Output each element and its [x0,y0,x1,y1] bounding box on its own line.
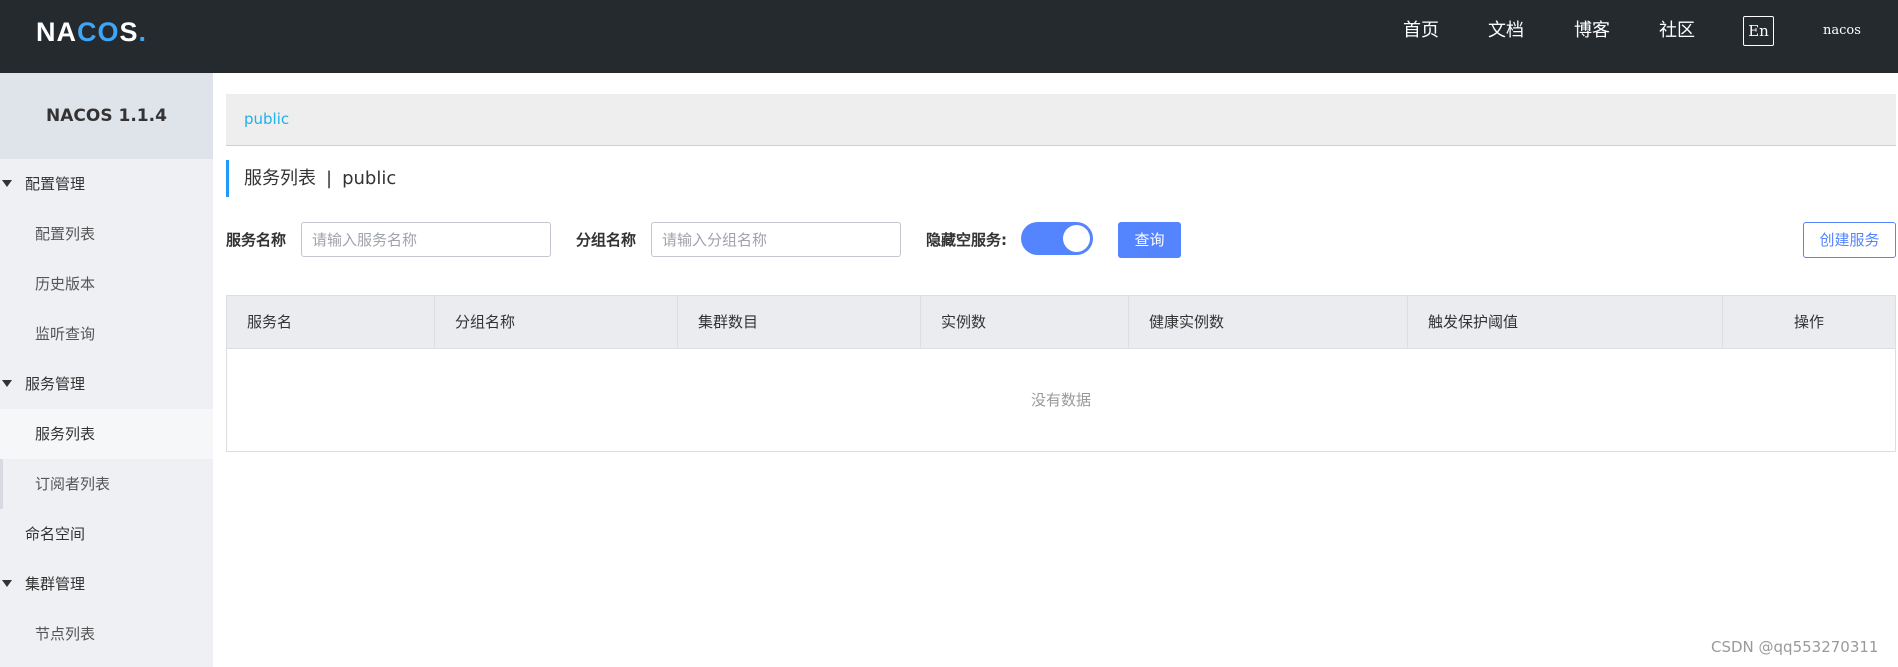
page-title-separator: | [326,168,333,189]
caret-down-icon [2,580,12,587]
hide-empty-services-label: 隐藏空服务: [926,231,1007,249]
page-title-text: 服务列表 [244,168,316,189]
column-header-protect-threshold: 触发保护阈值 [1408,296,1723,349]
logo-text-c: C [77,17,98,47]
sidebar-group-label: 配置管理 [25,175,86,193]
page-title: 服务列表 | public [226,160,396,197]
nav-home-link[interactable]: 首页 [1403,18,1439,44]
caret-down-icon [2,180,12,187]
sidebar-group-label: 集群管理 [25,575,86,593]
column-header-service-name: 服务名 [227,296,435,349]
sidebar-item-service-list[interactable]: 服务列表 [0,409,213,459]
table-header: 服务名 分组名称 集群数目 实例数 健康实例数 触发保护阈值 操作 [227,296,1895,349]
table-empty-state: 没有数据 [1030,391,1091,409]
sidebar-item-namespace[interactable]: 命名空间 [0,509,213,559]
sidebar-item-label: 监听查询 [35,325,96,343]
sidebar-item-label: 服务列表 [35,425,96,443]
column-header-healthy-instance-count: 健康实例数 [1129,296,1408,349]
nacos-logo[interactable]: NACOS. [36,14,147,50]
hide-empty-services-toggle[interactable] [1021,222,1093,255]
nav-docs-link[interactable]: 文档 [1488,18,1524,44]
logo-dot: . [138,17,148,47]
column-header-instance-count: 实例数 [921,296,1129,349]
sidebar: NACOS 1.1.4 配置管理 配置列表 历史版本 监听查询 服务管理 服务列… [0,73,213,667]
namespace-link-public[interactable]: public [244,110,289,128]
top-navbar: NACOS. 首页 文档 博客 社区 En nacos [0,0,1898,73]
sidebar-item-history-versions[interactable]: 历史版本 [0,259,213,309]
service-list-table: 服务名 分组名称 集群数目 实例数 健康实例数 触发保护阈值 操作 没有数据 [226,295,1896,452]
nav-community-link[interactable]: 社区 [1659,18,1695,44]
service-name-input[interactable] [301,222,551,257]
column-header-group-name: 分组名称 [435,296,678,349]
user-menu[interactable]: nacos [1823,20,1861,42]
sidebar-item-label: 节点列表 [35,625,96,643]
toggle-knob [1063,225,1090,252]
caret-down-icon [2,380,12,387]
namespace-breadcrumb-bar: public [226,94,1896,146]
sidebar-item-config-list[interactable]: 配置列表 [0,209,213,259]
query-button[interactable]: 查询 [1118,222,1181,258]
sidebar-item-listener-query[interactable]: 监听查询 [0,309,213,359]
sidebar-group-config-management[interactable]: 配置管理 [0,159,213,209]
group-name-input[interactable] [651,222,901,257]
column-header-cluster-count: 集群数目 [678,296,921,349]
sidebar-group-label: 命名空间 [25,525,86,543]
sidebar-item-subscriber-list[interactable]: 订阅者列表 [0,459,213,509]
group-name-label: 分组名称 [576,231,637,249]
sidebar-group-cluster-management[interactable]: 集群管理 [0,559,213,609]
language-switch-button[interactable]: En [1743,16,1774,46]
sidebar-item-label: 订阅者列表 [35,475,111,493]
sidebar-item-label: 历史版本 [35,275,96,293]
service-name-label: 服务名称 [226,231,287,249]
logo-text-o: O [97,17,120,47]
sidebar-group-service-management[interactable]: 服务管理 [0,359,213,409]
sidebar-item-label: 配置列表 [35,225,96,243]
logo-text-na: NA [36,17,77,47]
logo-text-s: S [119,17,139,47]
sidebar-item-node-list[interactable]: 节点列表 [0,609,213,659]
sidebar-group-label: 服务管理 [25,375,86,393]
page-title-namespace: public [342,168,397,189]
csdn-watermark: CSDN @qq553270311 [1711,638,1879,656]
column-header-operations: 操作 [1793,313,1824,331]
nav-blog-link[interactable]: 博客 [1574,18,1610,44]
create-service-button[interactable]: 创建服务 [1803,222,1896,258]
sidebar-version-title: NACOS 1.1.4 [0,73,213,159]
